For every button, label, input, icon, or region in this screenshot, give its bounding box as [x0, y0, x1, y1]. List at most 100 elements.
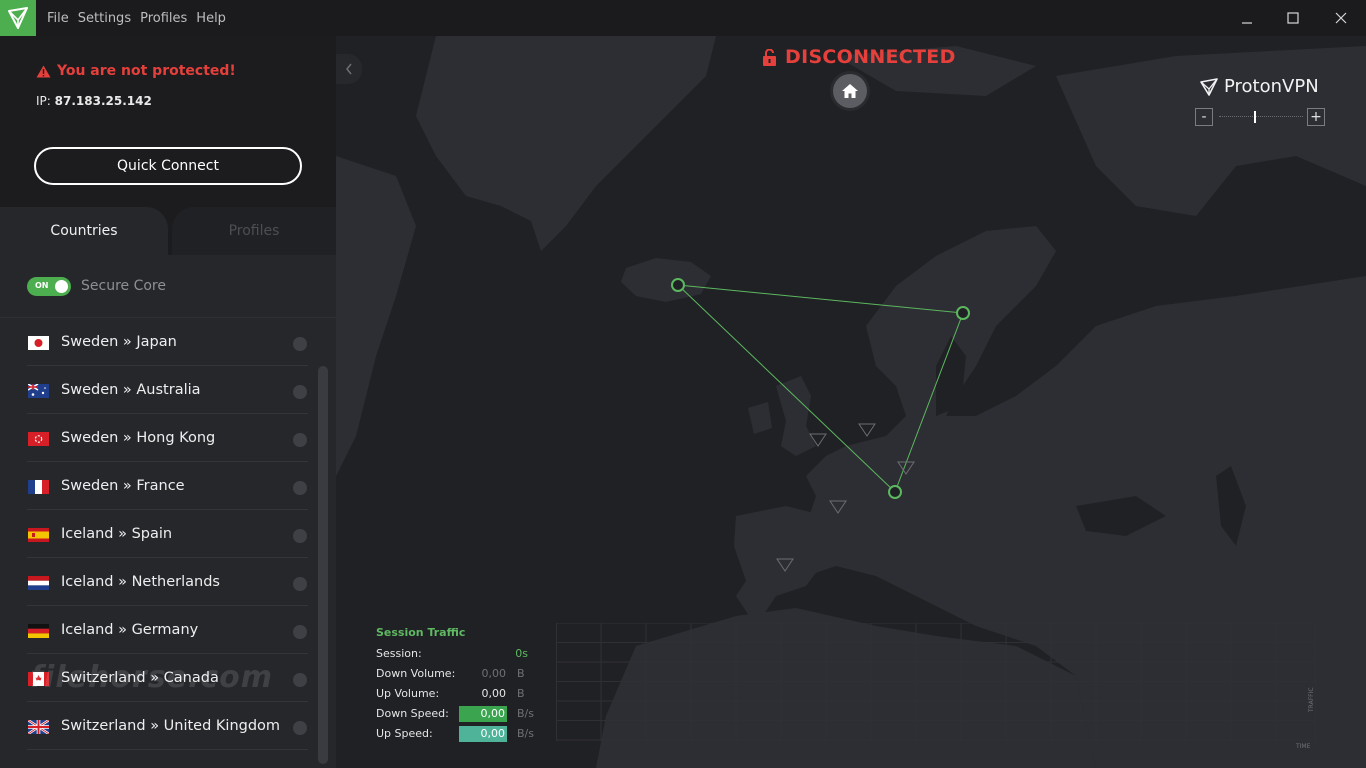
server-row[interactable]: Sweden » France	[0, 462, 308, 510]
ip-label: IP:	[36, 94, 51, 108]
traffic-unit: B/s	[517, 727, 534, 740]
up-speed-value: 0,00	[459, 726, 507, 742]
server-row[interactable]: Iceland » Germany	[0, 606, 308, 654]
minimize-button[interactable]	[1224, 0, 1270, 36]
zoom-slider-thumb[interactable]	[1254, 111, 1256, 123]
title-bar: File Settings Profiles Help	[0, 0, 1366, 36]
server-row[interactable]: Iceland » Netherlands	[0, 558, 308, 606]
map-zoom-control: - +	[1195, 108, 1326, 126]
time-axis-label: TIME	[1296, 743, 1311, 750]
connection-status: DISCONNECTED	[762, 46, 956, 68]
close-icon	[1335, 12, 1347, 24]
united-kingdom-flag-icon	[28, 720, 49, 734]
server-row[interactable]: Switzerland » United Kingdom	[0, 702, 308, 750]
germany-flag-icon	[28, 624, 49, 638]
menu-profiles[interactable]: Profiles	[140, 11, 187, 26]
australia-flag-icon	[28, 384, 49, 398]
maximize-button[interactable]	[1270, 0, 1316, 36]
server-status-dot	[293, 481, 307, 495]
server-status-dot	[293, 673, 307, 687]
traffic-label: Down Speed:	[376, 707, 449, 720]
traffic-label: Up Volume:	[376, 687, 440, 700]
protection-status-panel: You are not protected! IP: 87.183.25.142…	[0, 36, 336, 207]
ip-value: 87.183.25.142	[54, 94, 152, 108]
watermark-logo: filehorse.com	[30, 660, 273, 695]
protonvpn-window: File Settings Profiles Help You are not …	[0, 0, 1366, 768]
unlocked-padlock-icon	[763, 48, 776, 66]
traffic-row-down-speed: Down Speed: 0,00 B/s	[376, 706, 536, 722]
menu-help[interactable]: Help	[196, 11, 226, 26]
traffic-row-up-volume: Up Volume: 0,00 B	[376, 686, 536, 702]
brand-name: ProtonVPN	[1224, 76, 1319, 97]
server-row[interactable]: Iceland » Spain	[0, 510, 308, 558]
server-status-dot	[293, 337, 307, 351]
france-flag-icon	[28, 480, 49, 494]
warning-icon	[36, 65, 51, 77]
up-volume-value: 0,00	[481, 687, 507, 700]
server-status-dot	[293, 721, 307, 735]
collapse-sidebar-button[interactable]	[336, 54, 362, 84]
tab-profiles[interactable]: Profiles	[172, 207, 336, 255]
server-status-dot	[293, 433, 307, 447]
traffic-axis-label: TRAFFIC	[1308, 687, 1315, 712]
traffic-row-down-volume: Down Volume: 0,00 B	[376, 666, 536, 682]
quick-connect-button[interactable]: Quick Connect	[34, 147, 302, 185]
sidebar: You are not protected! IP: 87.183.25.142…	[0, 36, 336, 768]
netherlands-flag-icon	[28, 576, 49, 590]
spain-flag-icon	[28, 528, 49, 542]
server-label: Iceland » Germany	[61, 622, 199, 638]
protonvpn-brand: ProtonVPN	[1200, 76, 1319, 97]
zoom-out-button[interactable]: -	[1195, 108, 1213, 126]
secure-core-toggle[interactable]: ON	[27, 277, 71, 296]
traffic-graph-grid	[556, 623, 1316, 741]
close-button[interactable]	[1318, 0, 1364, 36]
toggle-knob	[55, 280, 68, 293]
traffic-unit: B	[517, 687, 525, 700]
secure-core-row: ON Secure Core	[0, 255, 336, 318]
server-label: Iceland » Netherlands	[61, 574, 220, 590]
server-label: Sweden » Australia	[61, 382, 201, 398]
tab-countries[interactable]: Countries	[0, 207, 168, 255]
connection-status-text: DISCONNECTED	[785, 46, 956, 68]
toggle-state-label: ON	[35, 281, 49, 290]
zoom-in-button[interactable]: +	[1307, 108, 1325, 126]
traffic-unit: B	[517, 667, 525, 680]
session-duration-value: 0s	[515, 647, 528, 660]
server-status-dot	[293, 625, 307, 639]
server-label: Switzerland » United Kingdom	[61, 718, 281, 734]
server-status-dot	[293, 529, 307, 543]
traffic-row-session: Session: 0s	[376, 646, 536, 662]
maximize-icon	[1287, 12, 1299, 24]
server-status-dot	[293, 385, 307, 399]
server-label: Sweden » France	[61, 478, 185, 494]
server-label: Iceland » Spain	[61, 526, 173, 542]
home-icon	[842, 84, 858, 98]
server-label: Sweden » Hong Kong	[61, 430, 216, 446]
menu-file[interactable]: File	[47, 11, 69, 26]
down-speed-value: 0,00	[459, 706, 507, 722]
japan-flag-icon	[28, 336, 49, 350]
secure-core-label: Secure Core	[81, 278, 166, 294]
server-list-scrollbar[interactable]	[318, 366, 328, 764]
chevron-left-icon	[346, 63, 352, 75]
server-label: Sweden » Japan	[61, 334, 177, 350]
menu-settings[interactable]: Settings	[78, 11, 131, 26]
server-row[interactable]: Sweden » Hong Kong	[0, 414, 308, 462]
server-list: Sweden » Japan Sweden » Australia Sweden…	[0, 318, 316, 768]
server-status-dot	[293, 577, 307, 591]
protonvpn-logo-icon	[0, 0, 36, 36]
warning-text: You are not protected!	[57, 63, 236, 79]
down-volume-value: 0,00	[481, 667, 507, 680]
world-map[interactable]: DISCONNECTED ProtonVPN - + Session Traff…	[336, 36, 1366, 768]
server-row[interactable]: Sweden » Japan	[0, 318, 308, 366]
hong-kong-flag-icon	[28, 432, 49, 446]
ip-address: IP: 87.183.25.142	[36, 94, 152, 108]
home-location-button[interactable]	[833, 74, 867, 108]
traffic-row-up-speed: Up Speed: 0,00 B/s	[376, 726, 536, 742]
server-row[interactable]: Sweden » Australia	[0, 366, 308, 414]
menu-bar: File Settings Profiles Help	[47, 0, 235, 36]
session-traffic-title: Session Traffic	[376, 626, 466, 639]
minimize-icon	[1242, 22, 1252, 24]
zoom-slider-track[interactable]	[1219, 116, 1303, 118]
traffic-label: Session:	[376, 647, 422, 660]
